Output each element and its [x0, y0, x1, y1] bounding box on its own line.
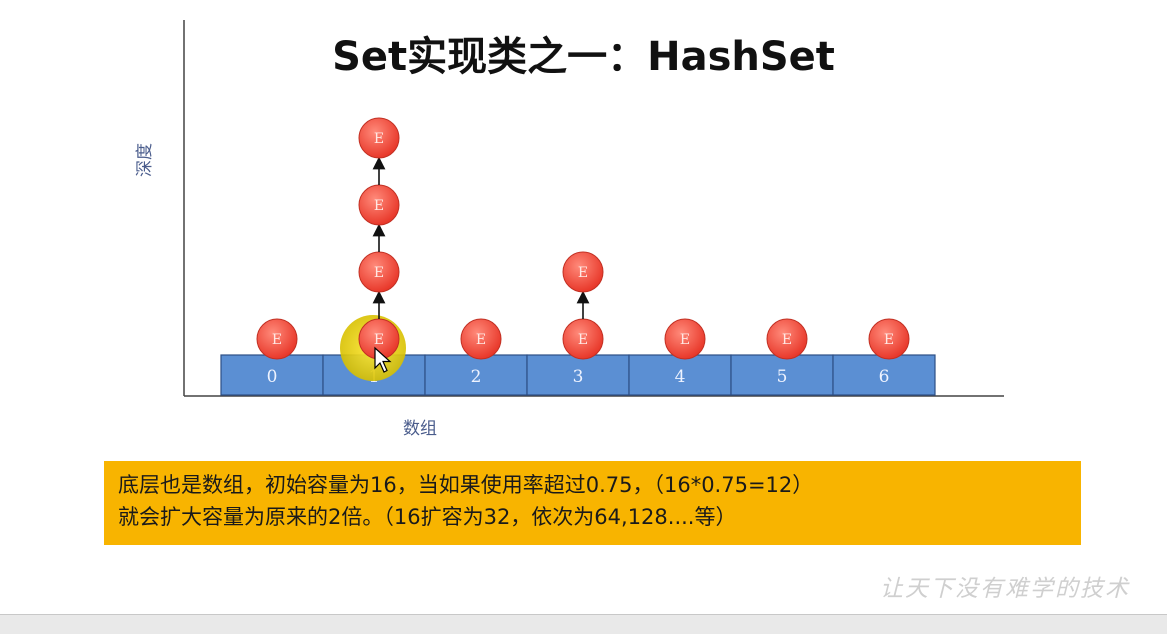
element-node-label: E — [884, 332, 894, 348]
hashset-diagram: 深度 数组 0123456 EEEEEEEEEEE — [135, 20, 1004, 439]
array-buckets: 0123456 — [220, 354, 936, 396]
bucket-index-label: 2 — [471, 367, 482, 387]
bucket-index-label: 5 — [777, 367, 788, 387]
caption-box: 底层也是数组，初始容量为16，当如果使用率超过0.75，（16*0.75=12）… — [104, 461, 1081, 545]
element-node-label: E — [680, 332, 690, 348]
bucket-index-label: 3 — [573, 367, 584, 387]
bucket-index-label: 4 — [675, 367, 686, 387]
x-axis-label: 数组 — [403, 419, 437, 439]
element-node-label: E — [782, 332, 792, 348]
element-node-label: E — [374, 198, 384, 214]
window-bottom-bar — [0, 614, 1167, 634]
bucket-index-label: 0 — [267, 367, 278, 387]
element-node-label: E — [476, 332, 486, 348]
chain-nodes: E E E E E E E E E E E — [256, 117, 910, 381]
element-node-label: E — [374, 332, 384, 348]
y-axis-label: 深度 — [135, 143, 155, 177]
bucket-index-label: 6 — [879, 367, 890, 387]
element-node-label: E — [374, 131, 384, 147]
element-node-label: E — [272, 332, 282, 348]
caption-line-2: 就会扩大容量为原来的2倍。（16扩容为32，依次为64,128....等） — [118, 505, 737, 529]
element-node-label: E — [374, 265, 384, 281]
slide: Set实现类之一：HashSet 深度 数组 0123456 EEEEEEEEE… — [0, 0, 1167, 634]
watermark: 让天下没有难学的技术 — [880, 576, 1130, 602]
element-node-label: E — [578, 332, 588, 348]
caption-line-1: 底层也是数组，初始容量为16，当如果使用率超过0.75，（16*0.75=12） — [118, 473, 814, 497]
element-node-label: E — [578, 265, 588, 281]
